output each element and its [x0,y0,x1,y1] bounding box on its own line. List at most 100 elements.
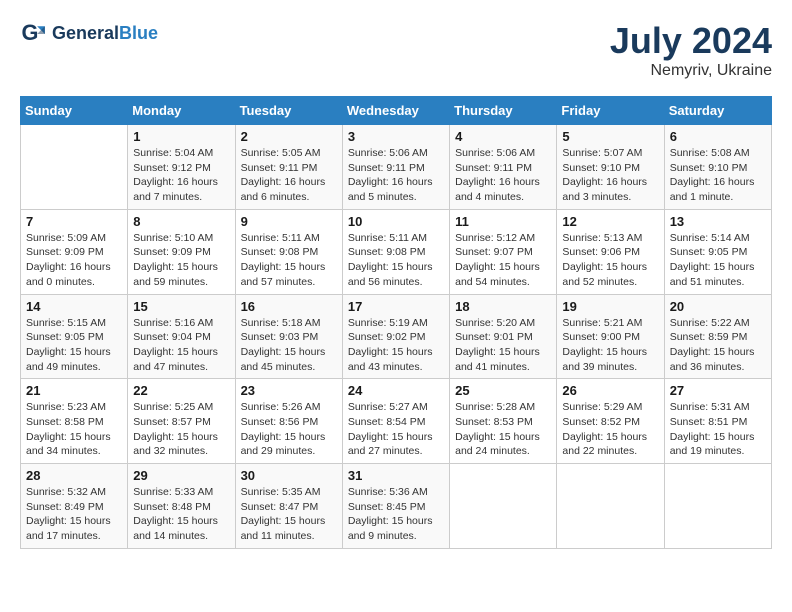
weekday-header-thursday: Thursday [450,97,557,125]
day-number: 17 [348,299,444,314]
day-info: Sunrise: 5:06 AM Sunset: 9:11 PM Dayligh… [348,146,444,205]
day-number: 23 [241,383,337,398]
day-info: Sunrise: 5:09 AM Sunset: 9:09 PM Dayligh… [26,231,122,290]
calendar-cell: 31 Sunrise: 5:36 AM Sunset: 8:45 PM Dayli… [342,464,449,549]
day-number: 16 [241,299,337,314]
day-number: 19 [562,299,658,314]
day-info: Sunrise: 5:11 AM Sunset: 9:08 PM Dayligh… [241,231,337,290]
day-info: Sunrise: 5:32 AM Sunset: 8:49 PM Dayligh… [26,485,122,544]
day-number: 13 [670,214,766,229]
calendar-cell: 6 Sunrise: 5:08 AM Sunset: 9:10 PM Daylig… [664,125,771,210]
logo-icon: G [20,20,48,48]
day-info: Sunrise: 5:11 AM Sunset: 9:08 PM Dayligh… [348,231,444,290]
calendar-cell: 11 Sunrise: 5:12 AM Sunset: 9:07 PM Dayli… [450,209,557,294]
calendar-cell: 26Sunrise: 5:29 AM Sunset: 8:52 PM Dayli… [557,379,664,464]
calendar-cell: 2Sunrise: 5:05 AM Sunset: 9:11 PM Daylig… [235,125,342,210]
day-number: 15 [133,299,229,314]
day-info: Sunrise: 5:14 AM Sunset: 9:05 PM Dayligh… [670,231,766,290]
day-number: 25 [455,383,551,398]
day-info: Sunrise: 5:25 AM Sunset: 8:57 PM Dayligh… [133,400,229,459]
day-info: Sunrise: 5:16 AM Sunset: 9:04 PM Dayligh… [133,316,229,375]
calendar-cell: 23 Sunrise: 5:26 AM Sunset: 8:56 PM Dayli… [235,379,342,464]
day-info: Sunrise: 5:04 AM Sunset: 9:12 PM Dayligh… [133,146,229,205]
day-number: 1 [133,129,229,144]
calendar-cell: 19Sunrise: 5:21 AM Sunset: 9:00 PM Dayli… [557,294,664,379]
calendar-cell: 7 Sunrise: 5:09 AM Sunset: 9:09 PM Daylig… [21,209,128,294]
day-info: Sunrise: 5:13 AM Sunset: 9:06 PM Dayligh… [562,231,658,290]
calendar-cell: 24Sunrise: 5:27 AM Sunset: 8:54 PM Dayli… [342,379,449,464]
day-number: 9 [241,214,337,229]
day-number: 7 [26,214,122,229]
day-info: Sunrise: 5:22 AM Sunset: 8:59 PM Dayligh… [670,316,766,375]
weekday-header-saturday: Saturday [664,97,771,125]
day-info: Sunrise: 5:19 AM Sunset: 9:02 PM Dayligh… [348,316,444,375]
day-number: 21 [26,383,122,398]
day-number: 14 [26,299,122,314]
weekday-header-tuesday: Tuesday [235,97,342,125]
day-info: Sunrise: 5:27 AM Sunset: 8:54 PM Dayligh… [348,400,444,459]
calendar-cell: 14 Sunrise: 5:15 AM Sunset: 9:05 PM Dayli… [21,294,128,379]
day-number: 28 [26,468,122,483]
calendar-cell: 27 Sunrise: 5:31 AM Sunset: 8:51 PM Dayli… [664,379,771,464]
weekday-header-monday: Monday [128,97,235,125]
day-info: Sunrise: 5:35 AM Sunset: 8:47 PM Dayligh… [241,485,337,544]
calendar-cell: 22 Sunrise: 5:25 AM Sunset: 8:57 PM Dayli… [128,379,235,464]
day-number: 8 [133,214,229,229]
calendar-cell [664,464,771,549]
page-header: G GeneralBlue July 2024 Nemyriv, Ukraine [20,20,772,80]
calendar-cell: 8 Sunrise: 5:10 AM Sunset: 9:09 PM Daylig… [128,209,235,294]
calendar-cell: 5Sunrise: 5:07 AM Sunset: 9:10 PM Daylig… [557,125,664,210]
day-info: Sunrise: 5:26 AM Sunset: 8:56 PM Dayligh… [241,400,337,459]
day-number: 4 [455,129,551,144]
calendar-cell [557,464,664,549]
calendar-cell: 25Sunrise: 5:28 AM Sunset: 8:53 PM Dayli… [450,379,557,464]
calendar-cell: 1 Sunrise: 5:04 AM Sunset: 9:12 PM Daylig… [128,125,235,210]
calendar-cell: 10Sunrise: 5:11 AM Sunset: 9:08 PM Dayli… [342,209,449,294]
day-info: Sunrise: 5:18 AM Sunset: 9:03 PM Dayligh… [241,316,337,375]
calendar-cell: 3 Sunrise: 5:06 AM Sunset: 9:11 PM Daylig… [342,125,449,210]
weekday-header-row: SundayMondayTuesdayWednesdayThursdayFrid… [21,97,772,125]
day-number: 12 [562,214,658,229]
day-number: 3 [348,129,444,144]
day-number: 11 [455,214,551,229]
day-info: Sunrise: 5:36 AM Sunset: 8:45 PM Dayligh… [348,485,444,544]
calendar-cell: 12 Sunrise: 5:13 AM Sunset: 9:06 PM Dayli… [557,209,664,294]
logo-name: GeneralBlue [52,24,158,44]
day-info: Sunrise: 5:12 AM Sunset: 9:07 PM Dayligh… [455,231,551,290]
week-row-1: 1 Sunrise: 5:04 AM Sunset: 9:12 PM Daylig… [21,125,772,210]
week-row-3: 14 Sunrise: 5:15 AM Sunset: 9:05 PM Dayli… [21,294,772,379]
month-year-title: July 2024 [610,20,772,62]
day-number: 31 [348,468,444,483]
svg-text:G: G [22,20,39,45]
day-info: Sunrise: 5:08 AM Sunset: 9:10 PM Dayligh… [670,146,766,205]
day-info: Sunrise: 5:31 AM Sunset: 8:51 PM Dayligh… [670,400,766,459]
day-number: 22 [133,383,229,398]
day-info: Sunrise: 5:23 AM Sunset: 8:58 PM Dayligh… [26,400,122,459]
weekday-header-friday: Friday [557,97,664,125]
calendar-cell: 28 Sunrise: 5:32 AM Sunset: 8:49 PM Dayli… [21,464,128,549]
day-number: 5 [562,129,658,144]
day-number: 18 [455,299,551,314]
calendar-cell: 16 Sunrise: 5:18 AM Sunset: 9:03 PM Dayli… [235,294,342,379]
day-info: Sunrise: 5:10 AM Sunset: 9:09 PM Dayligh… [133,231,229,290]
calendar-cell: 20Sunrise: 5:22 AM Sunset: 8:59 PM Dayli… [664,294,771,379]
day-info: Sunrise: 5:15 AM Sunset: 9:05 PM Dayligh… [26,316,122,375]
calendar-cell [450,464,557,549]
day-number: 6 [670,129,766,144]
day-info: Sunrise: 5:33 AM Sunset: 8:48 PM Dayligh… [133,485,229,544]
day-info: Sunrise: 5:29 AM Sunset: 8:52 PM Dayligh… [562,400,658,459]
calendar-cell: 18 Sunrise: 5:20 AM Sunset: 9:01 PM Dayli… [450,294,557,379]
day-number: 29 [133,468,229,483]
week-row-2: 7 Sunrise: 5:09 AM Sunset: 9:09 PM Daylig… [21,209,772,294]
day-info: Sunrise: 5:06 AM Sunset: 9:11 PM Dayligh… [455,146,551,205]
location-subtitle: Nemyriv, Ukraine [610,62,772,80]
calendar-cell [21,125,128,210]
week-row-5: 28 Sunrise: 5:32 AM Sunset: 8:49 PM Dayli… [21,464,772,549]
day-info: Sunrise: 5:05 AM Sunset: 9:11 PM Dayligh… [241,146,337,205]
calendar-cell: 30 Sunrise: 5:35 AM Sunset: 8:47 PM Dayli… [235,464,342,549]
calendar-cell: 17 Sunrise: 5:19 AM Sunset: 9:02 PM Dayli… [342,294,449,379]
day-info: Sunrise: 5:20 AM Sunset: 9:01 PM Dayligh… [455,316,551,375]
day-number: 30 [241,468,337,483]
calendar-cell: 29 Sunrise: 5:33 AM Sunset: 8:48 PM Dayli… [128,464,235,549]
day-number: 27 [670,383,766,398]
